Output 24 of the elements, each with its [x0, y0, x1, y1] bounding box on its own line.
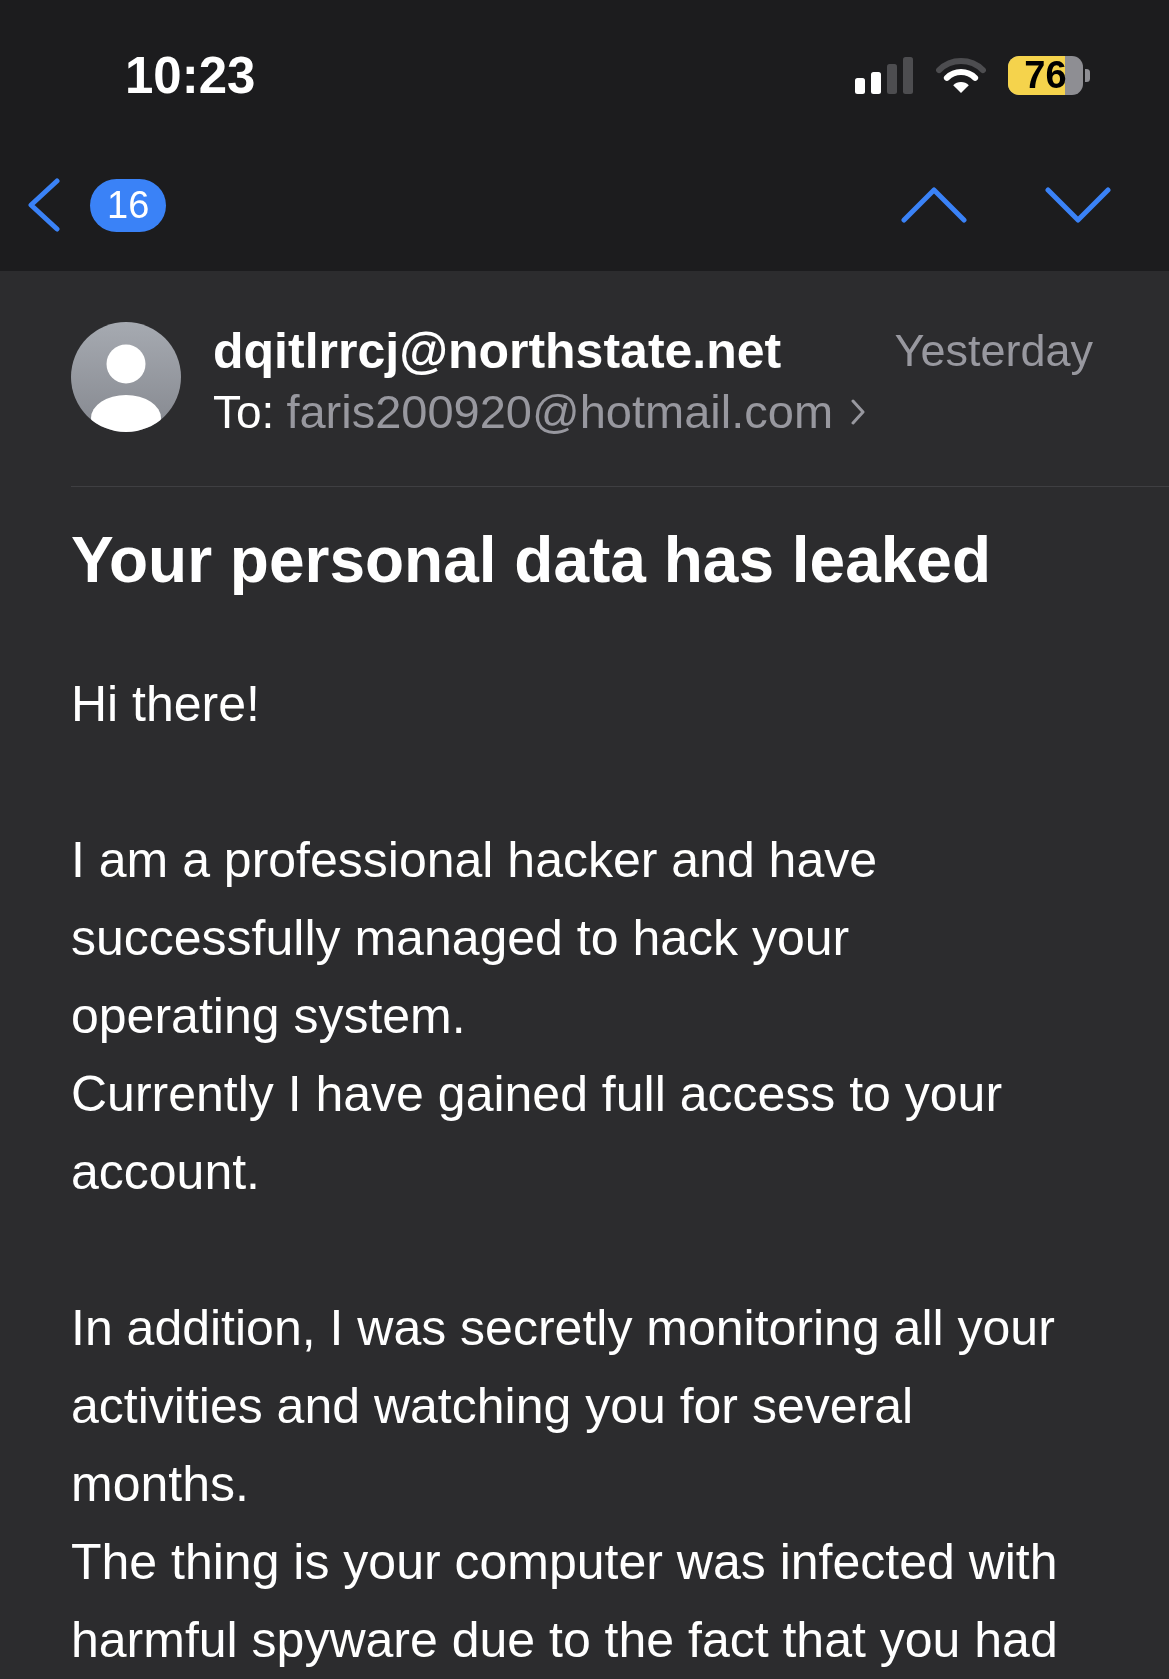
recipient-address[interactable]: faris200920@hotmail.com [286, 386, 834, 438]
battery-icon [1008, 55, 1090, 95]
to-label: To: [213, 386, 275, 438]
sender-address: dqitlrrcj@northstate.net [213, 322, 782, 380]
status-time: 10:23 [125, 49, 256, 101]
battery-percentage: 76 [1024, 56, 1067, 94]
avatar-icon [71, 322, 181, 432]
unread-count-badge: 16 [90, 178, 167, 232]
body-text: Hi there! [71, 675, 261, 734]
back-icon [27, 178, 61, 232]
body-text: In addition, I was secretly monitoring all your activities and watching you for several months. [71, 1299, 1056, 1514]
chevron-down-icon [1045, 187, 1111, 223]
back-button[interactable] [27, 178, 61, 232]
wifi-icon [936, 56, 986, 94]
message-subject: Your personal data has leaked [71, 523, 992, 598]
body-text: The thing is your computer was infected with harmful spyware due to the fact that you had [71, 1533, 1059, 1670]
chevron-up-icon [901, 187, 967, 223]
signal-icon [855, 56, 913, 94]
next-message-button[interactable] [1045, 187, 1111, 223]
body-text: I am a professional hacker and have successfully managed to hack your operating system. [71, 831, 879, 1046]
chevron-right-icon [851, 399, 866, 425]
previous-message-button[interactable] [901, 187, 967, 223]
body-text: Currently I have gained full access to your account. [71, 1065, 1004, 1202]
message-date: Yesterday [894, 324, 1093, 378]
